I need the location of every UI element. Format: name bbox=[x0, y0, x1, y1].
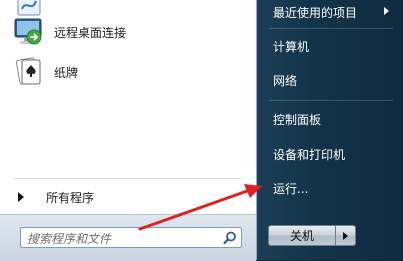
places-pane: 最近使用的项目 计算机 网络 控制面板 设备和打印机 运行... bbox=[257, 0, 403, 260]
menu-item-network[interactable]: 网络 bbox=[263, 68, 399, 92]
menu-item-label: 最近使用的项目 bbox=[273, 5, 358, 20]
triangle-right-icon bbox=[343, 232, 348, 240]
shutdown-options-button[interactable] bbox=[336, 225, 356, 246]
search-box[interactable] bbox=[20, 227, 242, 249]
program-item-remote-desktop[interactable]: 远程桌面连接 bbox=[6, 14, 246, 50]
search-input[interactable] bbox=[25, 228, 219, 249]
divider bbox=[14, 178, 242, 179]
program-label: 远程桌面连接 bbox=[54, 25, 127, 40]
menu-item-label: 计算机 bbox=[273, 39, 310, 54]
solitaire-icon bbox=[15, 57, 41, 85]
start-menu: 远程桌面连接 纸牌 所有程序 搜索程序和文件 最近使用的项目 计算机 网络 控制… bbox=[0, 0, 403, 261]
remote-desktop-icon bbox=[14, 18, 42, 45]
shutdown-group: 关机 bbox=[268, 225, 356, 246]
programs-pane: 远程桌面连接 纸牌 所有程序 bbox=[0, 0, 257, 261]
divider bbox=[269, 100, 393, 101]
menu-item-computer[interactable]: 计算机 bbox=[263, 34, 399, 58]
search-area bbox=[0, 214, 256, 261]
search-icon[interactable] bbox=[222, 230, 238, 246]
program-label: 纸牌 bbox=[54, 65, 79, 80]
shutdown-button[interactable]: 关机 bbox=[268, 225, 336, 246]
menu-item-run[interactable]: 运行... bbox=[263, 176, 399, 200]
menu-item-label: 设备和打印机 bbox=[273, 147, 346, 162]
menu-item-control-panel[interactable]: 控制面板 bbox=[263, 107, 399, 131]
menu-item-devices-printers[interactable]: 设备和打印机 bbox=[263, 142, 399, 166]
all-programs-label: 所有程序 bbox=[46, 190, 95, 205]
menu-item-label: 运行... bbox=[273, 181, 309, 196]
menu-item-recent-items[interactable]: 最近使用的项目 bbox=[263, 0, 399, 24]
triangle-right-icon bbox=[18, 192, 24, 202]
divider bbox=[269, 28, 393, 29]
program-item-solitaire[interactable]: 纸牌 bbox=[6, 54, 246, 90]
all-programs-button[interactable]: 所有程序 bbox=[10, 186, 246, 208]
chevron-right-icon bbox=[384, 7, 389, 15]
menu-item-label: 控制面板 bbox=[273, 112, 322, 127]
menu-item-label: 网络 bbox=[273, 73, 298, 88]
